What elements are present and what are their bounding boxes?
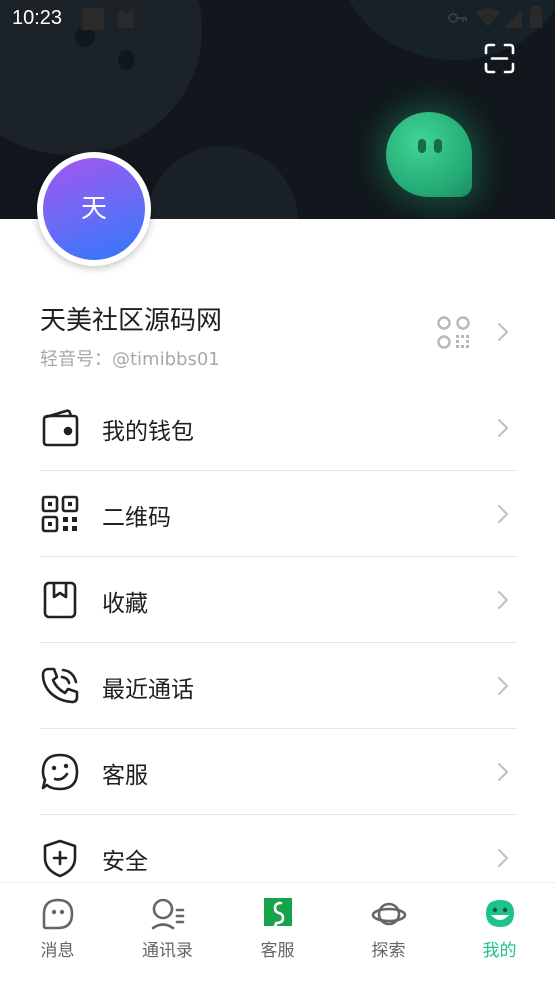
notification-square-icon	[82, 8, 104, 30]
contacts-icon	[151, 898, 185, 930]
status-bar: 10:23	[0, 0, 555, 38]
chevron-right-icon	[497, 590, 509, 610]
profile-id-value: @timibbs01	[112, 349, 220, 370]
profile-id: 轻音号：@timibbs01	[40, 345, 220, 371]
menu-item-customer-service[interactable]: 客服	[0, 729, 555, 815]
profile-name: 天美社区源码网	[40, 306, 223, 336]
menu-item-favorites[interactable]: 收藏	[0, 557, 555, 643]
wallet-icon	[42, 409, 79, 447]
menu-label-qrcode: 二维码	[102, 505, 171, 531]
ghost-mascot-icon	[386, 112, 472, 197]
tab-label-messages: 消息	[40, 941, 75, 961]
planet-icon	[371, 902, 407, 926]
tab-label-contacts: 通讯录	[142, 941, 193, 961]
bottom-tab-bar: 消息 通讯录 客服 探索 我的	[0, 882, 555, 981]
chevron-right-icon	[497, 418, 509, 438]
chat-bubble-icon	[42, 898, 74, 930]
tab-contacts[interactable]: 通讯录	[112, 883, 223, 981]
phone-call-icon	[41, 667, 79, 704]
menu-label-recent-calls: 最近通话	[102, 677, 194, 703]
tab-messages[interactable]: 消息	[2, 883, 113, 981]
avatar-initial: 天	[43, 158, 145, 260]
cell-signal-icon	[504, 10, 522, 28]
avatar[interactable]: 天	[37, 152, 151, 266]
tab-label-customer-service: 客服	[260, 941, 295, 961]
battery-icon	[530, 6, 542, 28]
scan-icon[interactable]	[484, 43, 515, 74]
tab-explore[interactable]: 探索	[333, 883, 444, 981]
tab-customer-service[interactable]: 客服	[222, 883, 333, 981]
service-logo-icon	[264, 898, 292, 929]
menu-label-customer-service: 客服	[102, 763, 148, 789]
chevron-right-icon	[497, 848, 509, 868]
tab-label-me: 我的	[482, 941, 517, 961]
status-time: 10:23	[12, 7, 63, 29]
me-icon	[486, 900, 514, 927]
chevron-right-icon	[497, 504, 509, 524]
decor-bubble-dot	[118, 50, 134, 70]
smiley-chat-icon	[41, 753, 79, 791]
menu-label-security: 安全	[102, 849, 148, 875]
android-cat-icon	[118, 9, 134, 28]
chevron-right-icon[interactable]	[497, 322, 509, 342]
shield-plus-icon	[43, 839, 77, 878]
tab-me[interactable]: 我的	[444, 883, 555, 981]
menu-item-wallet[interactable]: 我的钱包	[0, 385, 555, 471]
qrcode-icon	[41, 495, 79, 533]
profile-id-label: 轻音号：	[40, 349, 112, 370]
settings-menu: 我的钱包 二维码 收藏 最近通话 客服 安全	[0, 385, 555, 901]
chevron-right-icon	[497, 676, 509, 696]
qrcode-icon[interactable]	[437, 316, 470, 349]
menu-item-qrcode[interactable]: 二维码	[0, 471, 555, 557]
wifi-icon	[476, 8, 500, 27]
chevron-right-icon	[497, 762, 509, 782]
menu-item-recent-calls[interactable]: 最近通话	[0, 643, 555, 729]
menu-label-favorites: 收藏	[102, 591, 148, 617]
bookmark-icon	[43, 581, 77, 619]
menu-label-wallet: 我的钱包	[102, 419, 194, 445]
tab-label-explore: 探索	[371, 941, 406, 961]
decor-bubble	[146, 146, 298, 219]
vpn-key-icon	[448, 13, 467, 23]
